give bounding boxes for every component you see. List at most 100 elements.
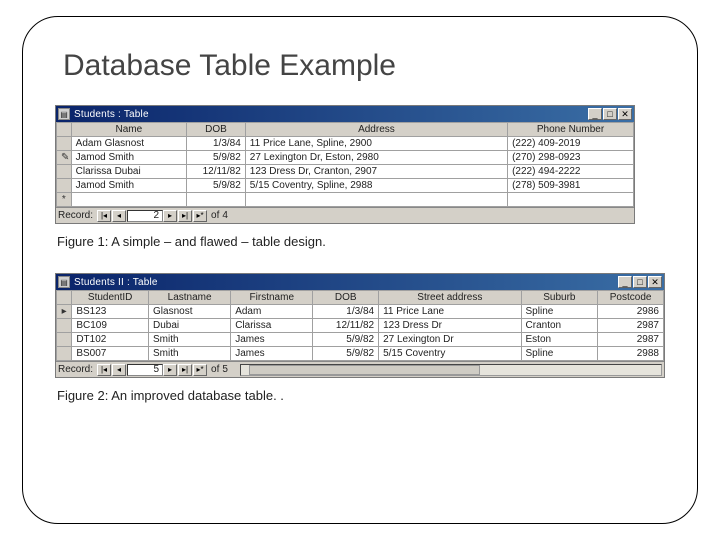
cell[interactable] [508,193,634,207]
cell[interactable]: Spline [521,305,598,319]
cell[interactable]: 5/9/82 [187,151,246,165]
cell[interactable]: Clarissa [231,319,313,333]
cell[interactable]: 11 Price Lane [379,305,521,319]
col-phone[interactable]: Phone Number [508,123,634,137]
nav-first-button[interactable]: |◂ [97,364,111,376]
col-dob[interactable]: DOB [187,123,246,137]
figure2-table[interactable]: StudentID Lastname Firstname DOB Street … [56,290,664,361]
maximize-button[interactable]: □ [633,276,647,288]
table-row[interactable]: ✎Jamod Smith5/9/8227 Lexington Dr, Eston… [57,151,634,165]
cell[interactable]: 123 Dress Dr, Cranton, 2907 [245,165,507,179]
cell[interactable]: 11 Price Lane, Spline, 2900 [245,137,507,151]
cell[interactable]: 12/11/82 [313,319,379,333]
col-address[interactable]: Address [245,123,507,137]
col-studentid[interactable]: StudentID [72,291,149,305]
col-lastname[interactable]: Lastname [149,291,231,305]
col-firstname[interactable]: Firstname [231,291,313,305]
nav-new-button[interactable]: ▸* [193,210,207,222]
cell[interactable]: Eston [521,333,598,347]
table-row[interactable]: Adam Glasnost1/3/8411 Price Lane, Spline… [57,137,634,151]
table-row[interactable]: BC109DubaiClarissa12/11/82123 Dress DrCr… [57,319,664,333]
cell[interactable]: James [231,333,313,347]
table-row[interactable]: BS007SmithJames5/9/825/15 CoventrySpline… [57,347,664,361]
cell[interactable]: BC109 [72,319,149,333]
table-row-new[interactable]: * [57,193,634,207]
cell[interactable]: (222) 494-2222 [508,165,634,179]
col-suburb[interactable]: Suburb [521,291,598,305]
cell[interactable]: Glasnost [149,305,231,319]
nav-first-button[interactable]: |◂ [97,210,111,222]
cell[interactable]: Jamod Smith [71,151,186,165]
cell[interactable]: 5/9/82 [187,179,246,193]
cell[interactable]: 2988 [598,347,664,361]
cell[interactable]: (222) 409-2019 [508,137,634,151]
record-total: 5 [222,364,228,375]
nav-next-button[interactable]: ▸ [163,210,177,222]
cell[interactable]: 27 Lexington Dr, Eston, 2980 [245,151,507,165]
cell[interactable]: BS123 [72,305,149,319]
figure1-table[interactable]: Name DOB Address Phone Number Adam Glasn… [56,122,634,207]
cell[interactable]: 2987 [598,333,664,347]
minimize-button[interactable]: _ [588,108,602,120]
nav-last-button[interactable]: ▸| [178,210,192,222]
table-row[interactable]: Clarissa Dubai12/11/82123 Dress Dr, Cran… [57,165,634,179]
cell[interactable]: 2987 [598,319,664,333]
minimize-button[interactable]: _ [618,276,632,288]
record-number-input[interactable]: 2 [127,210,163,222]
col-street[interactable]: Street address [379,291,521,305]
cell[interactable]: 123 Dress Dr [379,319,521,333]
table-row[interactable]: ▸BS123GlasnostAdam1/3/8411 Price LaneSpl… [57,305,664,319]
cell[interactable]: 1/3/84 [187,137,246,151]
cell[interactable] [187,193,246,207]
cell[interactable]: Adam [231,305,313,319]
maximize-button[interactable]: □ [603,108,617,120]
row-marker [57,319,72,333]
cell[interactable]: 2986 [598,305,664,319]
cell[interactable]: 5/15 Coventry, Spline, 2988 [245,179,507,193]
nav-new-button[interactable]: ▸* [193,364,207,376]
scrollbar-thumb[interactable] [249,365,480,375]
cell[interactable]: (278) 509-3981 [508,179,634,193]
cell[interactable]: 5/9/82 [313,333,379,347]
cell[interactable]: 27 Lexington Dr [379,333,521,347]
cell[interactable] [245,193,507,207]
col-name[interactable]: Name [71,123,186,137]
cell[interactable]: (270) 298-0923 [508,151,634,165]
close-button[interactable]: ✕ [648,276,662,288]
figure1-window-title: Students : Table [74,109,588,120]
cell[interactable]: Dubai [149,319,231,333]
cell[interactable]: BS007 [72,347,149,361]
cell[interactable]: Jamod Smith [71,179,186,193]
close-button[interactable]: ✕ [618,108,632,120]
cell[interactable]: Adam Glasnost [71,137,186,151]
cell[interactable]: 12/11/82 [187,165,246,179]
nav-next-button[interactable]: ▸ [163,364,177,376]
col-postcode[interactable]: Postcode [598,291,664,305]
cell[interactable]: Cranton [521,319,598,333]
of-label: of [211,364,219,375]
horizontal-scrollbar[interactable] [240,364,662,376]
row-marker [57,333,72,347]
row-marker [57,137,72,151]
row-marker: ✎ [57,151,72,165]
record-number-input[interactable]: 5 [127,364,163,376]
record-total: 4 [222,210,228,221]
cell[interactable]: James [231,347,313,361]
table-row[interactable]: Jamod Smith5/9/825/15 Coventry, Spline, … [57,179,634,193]
cell[interactable]: 5/9/82 [313,347,379,361]
cell[interactable]: Spline [521,347,598,361]
cell[interactable]: 1/3/84 [313,305,379,319]
cell[interactable]: DT102 [72,333,149,347]
cell[interactable]: Smith [149,333,231,347]
cell[interactable]: Smith [149,347,231,361]
cell[interactable] [71,193,186,207]
cell[interactable]: Clarissa Dubai [71,165,186,179]
nav-prev-button[interactable]: ◂ [112,210,126,222]
col-dob[interactable]: DOB [313,291,379,305]
row-marker: * [57,193,72,207]
cell[interactable]: 5/15 Coventry [379,347,521,361]
nav-prev-button[interactable]: ◂ [112,364,126,376]
table-row[interactable]: DT102SmithJames5/9/8227 Lexington DrEsto… [57,333,664,347]
nav-last-button[interactable]: ▸| [178,364,192,376]
slide-frame: Database Table Example ▤ Students : Tabl… [22,16,698,524]
